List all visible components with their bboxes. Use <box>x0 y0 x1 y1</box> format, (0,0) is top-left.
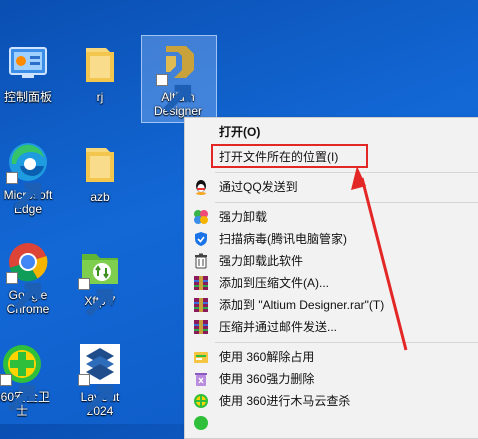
shortcut-arrow-icon <box>78 374 114 413</box>
winrar-icon <box>193 297 209 313</box>
shield-icon <box>193 231 209 247</box>
xftp-icon <box>78 246 122 317</box>
desktop-icon-edge[interactable]: Microsoft Edge <box>0 140 60 216</box>
desktop-icon-360[interactable]: 360安全卫士 <box>0 342 54 418</box>
menu-item-uninstall-this[interactable]: 强力卸载此软件 <box>185 250 478 272</box>
360-icon <box>0 342 44 413</box>
trash-icon <box>193 253 209 269</box>
cropped-icon-row <box>0 0 478 4</box>
shortcut-arrow-icon <box>6 272 42 311</box>
menu-item-add-to-archive[interactable]: 添加到压缩文件(A)... <box>185 272 478 294</box>
menu-item-label: 打开(O) <box>219 125 261 139</box>
menu-separator <box>215 172 478 173</box>
uninstall-icon <box>193 209 209 225</box>
menu-item-label: 使用 360强力删除 <box>219 372 315 386</box>
menu-item-label: 通过QQ发送到 <box>219 180 298 194</box>
control-panel-icon <box>6 42 50 86</box>
desktop-icon-azb[interactable]: azb <box>68 142 132 204</box>
menu-separator <box>215 202 478 203</box>
shortcut-arrow-icon <box>0 374 36 413</box>
icon-label: 控制面板 <box>3 90 52 104</box>
desktop-icon-layout[interactable]: LayOut 2024 <box>68 342 132 418</box>
winrar-icon <box>193 275 209 291</box>
menu-item-scan-virus[interactable]: 扫描病毒(腾讯电脑管家) <box>185 228 478 250</box>
shortcut-arrow-icon <box>6 172 42 211</box>
highlight-box <box>211 144 368 168</box>
winrar-icon <box>193 319 209 335</box>
menu-item-360-unlock[interactable]: 使用 360解除占用 <box>185 346 478 368</box>
menu-item-label: 添加到 "Altium Designer.rar"(T) <box>219 298 385 312</box>
desktop-icon-rj[interactable]: rj <box>68 42 132 104</box>
chrome-icon <box>6 240 50 311</box>
desktop-icon-chrome[interactable]: Google Chrome <box>0 240 60 316</box>
edge-icon <box>6 140 50 211</box>
folder-icon <box>78 142 122 186</box>
qq-icon <box>193 179 209 195</box>
icon-label: rj <box>96 90 104 104</box>
menu-item-cropped[interactable] <box>185 412 478 434</box>
layout-icon <box>78 342 122 413</box>
360-icon <box>193 415 209 431</box>
desktop-icon-altium[interactable]: Altium Designer <box>146 42 210 118</box>
menu-item-360-force-delete[interactable]: 使用 360强力删除 <box>185 368 478 390</box>
desktop-icon-control-panel[interactable]: 控制面板 <box>0 42 60 104</box>
menu-item-label: 压缩并通过邮件发送... <box>219 320 338 334</box>
altium-icon <box>156 42 200 113</box>
menu-item-label: 扫描病毒(腾讯电脑管家) <box>219 232 347 246</box>
menu-item-label: 强力卸载 <box>219 210 268 224</box>
menu-item-add-to-named-rar[interactable]: 添加到 "Altium Designer.rar"(T) <box>185 294 478 316</box>
folder-icon <box>78 42 122 86</box>
icon-label: azb <box>90 190 110 204</box>
menu-item-label: 使用 360进行木马云查杀 <box>219 394 351 408</box>
desktop-icon-xftp[interactable]: Xftp 7 <box>68 246 132 317</box>
menu-item-send-via-qq[interactable]: 通过QQ发送到 <box>185 176 478 198</box>
shortcut-arrow-icon <box>78 278 114 317</box>
menu-item-label: 强力卸载此软件 <box>219 254 304 268</box>
shortcut-arrow-icon <box>156 74 192 113</box>
360-scan-icon <box>193 393 209 409</box>
menu-separator <box>215 342 478 343</box>
menu-item-compress-and-email[interactable]: 压缩并通过邮件发送... <box>185 316 478 338</box>
360-unlock-icon <box>193 349 209 365</box>
menu-item-force-uninstall[interactable]: 强力卸载 <box>185 206 478 228</box>
menu-item-label: 使用 360解除占用 <box>219 350 315 364</box>
menu-item-360-trojan-scan[interactable]: 使用 360进行木马云查杀 <box>185 390 478 412</box>
menu-item-label: 添加到压缩文件(A)... <box>219 276 329 290</box>
menu-item-open[interactable]: 打开(O) <box>185 121 478 143</box>
360-delete-icon <box>193 371 209 387</box>
